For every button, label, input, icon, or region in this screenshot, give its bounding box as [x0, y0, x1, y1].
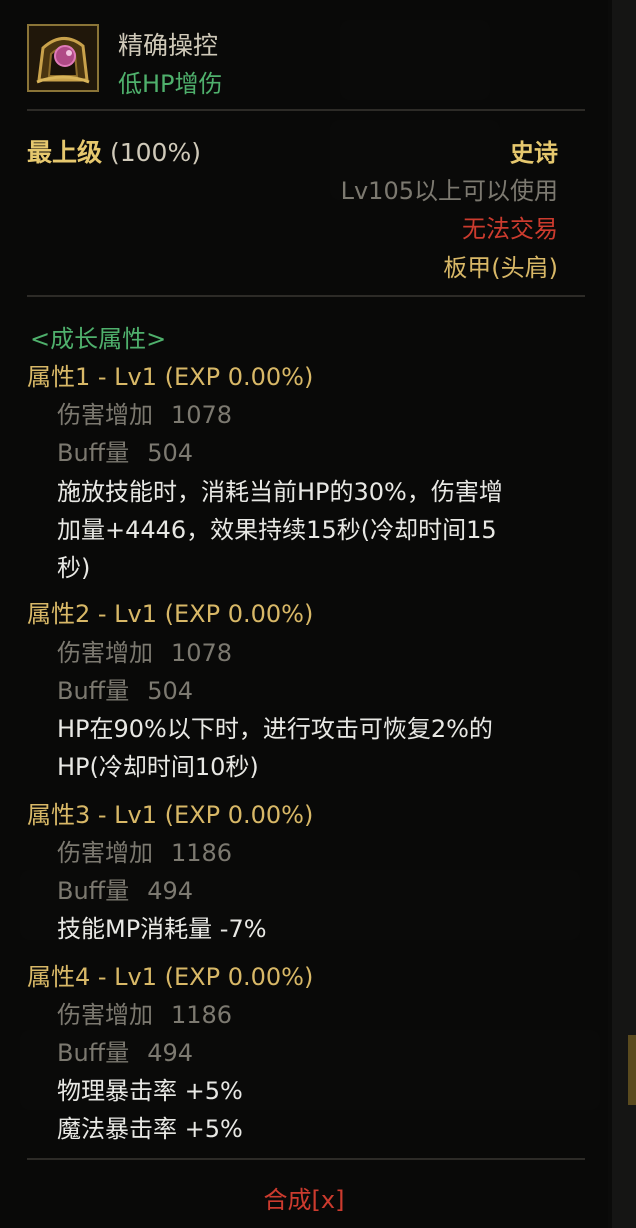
background-item-slot-edge	[628, 1035, 636, 1105]
buff-value: 494	[147, 877, 194, 905]
buff-label: Buff量	[57, 1039, 130, 1067]
buff-label: Buff量	[57, 439, 130, 467]
attribute-damage: 伤害增加 1078	[57, 633, 232, 668]
damage-label: 伤害增加	[57, 1001, 153, 1029]
attribute-description: 物理暴击率 +5%	[57, 1077, 243, 1105]
item-type: 板甲(头肩)	[443, 254, 558, 282]
damage-value: 1186	[171, 839, 233, 867]
attribute-description: 施放技能时，消耗当前HP的30%，伤害增	[57, 478, 503, 506]
damage-value: 1078	[171, 639, 233, 667]
growth-attributes-header: <成长属性>	[30, 325, 167, 353]
attribute-damage: 伤害增加 1186	[57, 833, 232, 868]
item-grade: 最上级 (100%)	[27, 133, 201, 169]
attribute-title: 属性4 - Lv1 (EXP 0.00%)	[27, 963, 314, 991]
attribute-description: 加量+4446，效果持续15秒(冷却时间15	[57, 516, 497, 544]
merge-button[interactable]: 合成[x]	[0, 1180, 608, 1215]
damage-label: 伤害增加	[57, 401, 153, 429]
attribute-description: HP(冷却时间10秒)	[57, 753, 259, 781]
attribute-damage: 伤害增加 1078	[57, 395, 232, 430]
attribute-description: HP在90%以下时，进行攻击可恢复2%的	[57, 715, 493, 743]
damage-label: 伤害增加	[57, 639, 153, 667]
attribute-damage: 伤害增加 1186	[57, 995, 232, 1030]
rarity-label: 史诗	[510, 139, 558, 167]
damage-value: 1186	[171, 1001, 233, 1029]
item-tooltip: 精确操控 低HP增伤 最上级 (100%) 史诗 Lv105以上可以使用 无法交…	[0, 0, 608, 1228]
grade-value: (100%)	[109, 138, 201, 167]
attribute-description: 魔法暴击率 +5%	[57, 1115, 243, 1143]
damage-value: 1078	[171, 401, 233, 429]
attribute-title: 属性2 - Lv1 (EXP 0.00%)	[27, 600, 314, 628]
item-name: 精确操控	[118, 31, 219, 60]
attribute-buff: Buff量 504	[57, 433, 193, 468]
attribute-title: 属性1 - Lv1 (EXP 0.00%)	[27, 363, 314, 391]
item-subtitle: 低HP增伤	[118, 70, 223, 98]
attribute-title: 属性3 - Lv1 (EXP 0.00%)	[27, 801, 314, 829]
buff-label: Buff量	[57, 677, 130, 705]
attribute-buff: Buff量 494	[57, 1033, 193, 1068]
divider	[27, 295, 585, 297]
attribute-buff: Buff量 494	[57, 871, 193, 906]
buff-label: Buff量	[57, 877, 130, 905]
buff-value: 494	[147, 1039, 194, 1067]
trade-status: 无法交易	[462, 215, 558, 243]
epic-helmet-shoulder-icon	[27, 24, 99, 92]
damage-label: 伤害增加	[57, 839, 153, 867]
grade-label: 最上级	[27, 138, 103, 167]
attribute-description: 秒)	[57, 554, 91, 582]
divider	[27, 109, 585, 111]
attribute-description: 技能MP消耗量 -7%	[57, 915, 267, 943]
attribute-buff: Buff量 504	[57, 671, 193, 706]
buff-value: 504	[147, 439, 194, 467]
buff-value: 504	[147, 677, 194, 705]
divider	[27, 1158, 585, 1160]
level-requirement: Lv105以上可以使用	[340, 177, 558, 205]
